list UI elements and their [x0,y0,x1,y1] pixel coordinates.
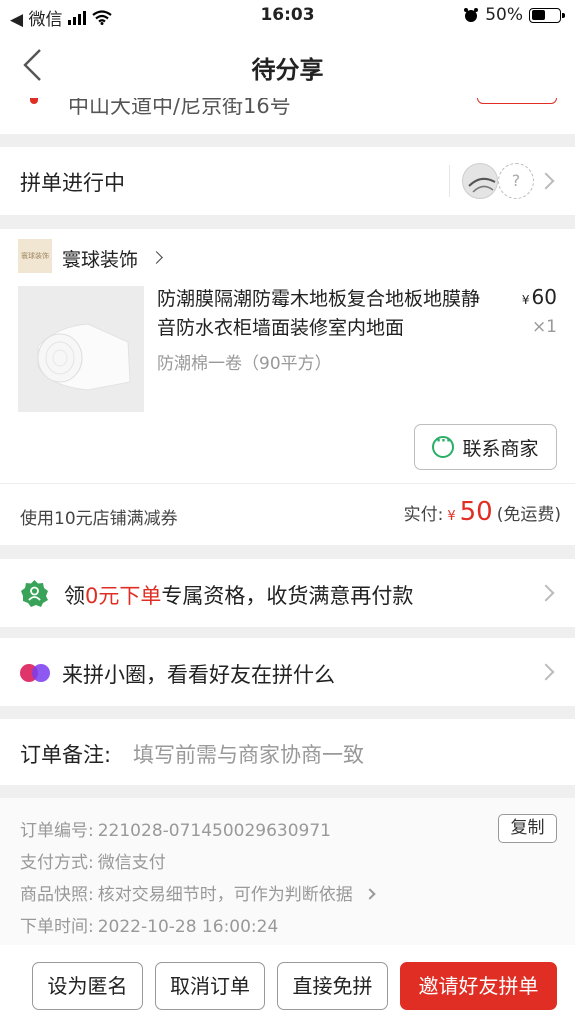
order-info: 订单编号: 221028-071450029630971 复制 支付方式: 微信支付… [0,798,575,945]
chat-icon [432,434,455,458]
zero-pay-row[interactable]: 领0元下单专属资格，收货满意再付款 [0,559,575,627]
paid-amount: 实付: ¥ 50 (免运费) [404,497,561,527]
paid-label: 实付: [403,505,444,525]
chevron-right-icon [537,172,555,190]
zero-pay-highlight: 0元下单 [85,584,162,608]
status-bar: ◀ 微信 16:03 50% [0,0,575,32]
product-image[interactable] [18,286,144,412]
contact-merchant-button[interactable]: 联系商家 [414,424,557,470]
group-status-row[interactable]: 拼单进行中 ? [0,147,575,215]
address-text: 中山大道中/尼京街16号 [68,98,291,118]
order-number-row: 订单编号: 221028-071450029630971 [20,816,331,841]
order-number: 221028-071450029630971 [97,821,332,841]
product-spec: 防潮棉一卷（90平方） [157,354,332,374]
group-status-label: 拼单进行中 [20,171,125,195]
order-card: 寰球装饰 寰球装饰 防潮膜隔潮防霉木地板复合地板地膜静音防水衣柜墙面装修室内地面… [0,229,575,545]
payment-method-label: 支付方式: [20,853,94,873]
order-time-row: 下单时间: 2022-10-28 16:00:24 [20,912,278,937]
badge-icon [21,580,48,607]
order-time-label: 下单时间: [20,917,94,937]
anonymous-button[interactable]: 设为匿名 [32,962,143,1010]
friend-circle-row[interactable]: 来拼小圈，看看好友在拼什么 [0,638,575,706]
snapshot-row[interactable]: 商品快照: 核对交易细节时，可作为判断依据 [20,880,376,905]
contact-label: 联系商家 [462,437,539,460]
location-icon [30,98,38,104]
order-note-input[interactable]: 填写前需与商家协商一致 [133,739,364,769]
status-right: 50% [463,5,565,25]
invite-friends-button[interactable]: 邀请好友拼单 [400,962,557,1010]
copy-button[interactable]: 复制 [498,814,557,843]
order-note-label: 订单备注: [20,743,112,767]
address-edit-button[interactable] [477,98,557,104]
chevron-right-icon [537,584,555,602]
chevron-right-icon [364,888,376,900]
snapshot-label: 商品快照: [20,885,94,905]
snapshot-text: 核对交易细节时，可作为判断依据 [97,885,353,905]
order-note-row[interactable]: 订单备注: 填写前需与商家协商一致 [0,719,575,785]
avatar [462,163,498,199]
friend-circle-text: 来拼小圈，看看好友在拼什么 [62,663,335,687]
page-title: 待分享 [251,56,324,84]
alarm-icon [464,8,479,22]
circles-icon [20,664,50,682]
currency-symbol: ¥ [521,293,530,307]
battery-icon [529,7,565,23]
battery-percent: 50% [485,5,523,25]
nav-bar: 待分享 [0,32,575,98]
paid-currency: ¥ [447,509,456,524]
shipping-note: (免运费) [496,505,561,525]
payment-method-row: 支付方式: 微信支付 [20,848,166,873]
divider [0,483,575,484]
product-title[interactable]: 防潮膜隔潮防霉木地板复合地板地膜静音防水衣柜墙面装修室内地面 [157,285,487,343]
shop-name[interactable]: 寰球装饰 [62,245,138,272]
payment-method: 微信支付 [97,853,166,873]
cancel-order-button[interactable]: 取消订单 [155,962,265,1010]
product-price: ¥60 [522,285,557,309]
zero-pay-suffix: 专属资格，收货满意再付款 [161,584,414,608]
empty-avatar-slot: ? [498,163,534,199]
order-time: 2022-10-28 16:00:24 [97,917,279,937]
shop-logo: 寰球装饰 [18,239,52,273]
coupon-text: 使用10元店铺满减券 [20,509,178,529]
chevron-right-icon [537,663,555,681]
bottom-action-bar: 设为匿名 取消订单 直接免拼 邀请好友拼单 [0,945,575,1024]
zero-pay-text: 领0元下单专属资格，收货满意再付款 [64,580,413,610]
direct-no-group-button[interactable]: 直接免拼 [277,962,388,1010]
price-value: 60 [531,285,557,309]
paid-value: 50 [459,497,493,527]
chevron-right-icon [150,251,163,264]
address-strip[interactable]: 中山大道中/尼京街16号 [0,98,575,134]
product-quantity: ×1 [531,317,557,337]
zero-pay-prefix: 领 [64,584,85,608]
order-number-label: 订单编号: [20,821,94,841]
divider [449,165,450,197]
